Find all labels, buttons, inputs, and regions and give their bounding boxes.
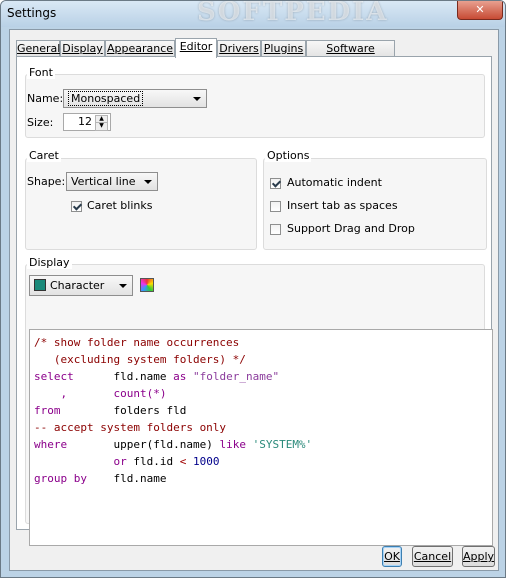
code-token: 1000: [192, 455, 220, 468]
font-size-value: 12: [78, 115, 92, 128]
chevron-down-icon: [119, 284, 127, 288]
code-token: count(*): [113, 387, 167, 400]
code-line: where upper(fld.name) like 'SYSTEM%': [34, 438, 312, 452]
color-picker-icon[interactable]: [140, 278, 154, 292]
code-line: /* show folder name occurrences: [34, 336, 239, 350]
code-token: folders fld: [60, 404, 187, 417]
font-name-label: Name:: [27, 92, 64, 105]
font-group-label: Font: [27, 66, 55, 79]
code-token: fld.name: [73, 370, 174, 383]
caret-blinks-checkbox[interactable]: [71, 201, 82, 212]
code-token: fld.name: [86, 472, 167, 485]
font-size-label: Size:: [27, 116, 54, 129]
caret-shape-label: Shape:: [27, 175, 66, 188]
code-token: from: [34, 404, 61, 417]
code-token: select: [34, 370, 74, 383]
caret-blinks-label: Caret blinks: [87, 199, 153, 212]
code-token: (excluding system folders) */: [34, 353, 246, 366]
insert-tab-as-spaces-label: Insert tab as spaces: [287, 199, 398, 212]
support-drag-drop-checkbox[interactable]: [270, 224, 281, 235]
code-line: group by fld.name: [34, 472, 166, 486]
settings-window: Settings SOFTPEDIA ✕ General Display App…: [0, 0, 506, 578]
close-button[interactable]: ✕: [457, 1, 503, 20]
display-style-value: Character: [50, 279, 105, 292]
window-title: Settings: [7, 6, 57, 20]
tab-appearance[interactable]: Appearance: [105, 40, 175, 57]
code-token: -- accept system folders only: [34, 421, 227, 434]
display-group-label: Display: [27, 256, 72, 269]
tab-editor[interactable]: Editor: [175, 38, 217, 58]
support-drag-drop-label: Support Drag and Drop: [287, 222, 415, 235]
color-swatch-icon: [34, 279, 46, 291]
code-line: , count(*): [34, 387, 166, 401]
code-line: from folders fld: [34, 404, 186, 418]
code-token: "folder_name": [192, 370, 280, 383]
code-token: like: [219, 438, 246, 451]
chevron-down-icon: [144, 180, 152, 184]
code-token: or: [113, 455, 127, 468]
insert-tab-as-spaces-checkbox[interactable]: [270, 201, 281, 212]
font-size-spinner[interactable]: 12 ▲ ▼: [63, 113, 111, 131]
code-token: 'SYSTEM%': [252, 438, 313, 451]
tab-display[interactable]: Display: [60, 40, 105, 57]
font-name-value: Monospaced: [68, 91, 144, 106]
editor-panel: Font Name: Monospaced Size: 12 ▲ ▼ Caret…: [16, 56, 493, 546]
code-line: or fld.id < 1000: [34, 455, 219, 469]
ok-button[interactable]: OK: [382, 546, 402, 567]
spin-down-icon[interactable]: ▼: [95, 122, 108, 131]
tab-general[interactable]: General: [16, 40, 60, 57]
cancel-button[interactable]: Cancel: [412, 546, 453, 567]
caret-shape-select[interactable]: Vertical line: [66, 172, 158, 191]
code-token: /* show folder name occurrences: [34, 336, 240, 349]
apply-button[interactable]: Apply: [462, 546, 495, 567]
tab-plugins[interactable]: Plugins: [261, 40, 306, 57]
caret-shape-value: Vertical line: [71, 175, 136, 188]
automatic-indent-label: Automatic indent: [287, 176, 382, 189]
title-bar: Settings SOFTPEDIA ✕: [1, 1, 505, 27]
dialog-body: General Display Appearance Editor Driver…: [9, 29, 499, 571]
tab-software-update[interactable]: Software Update: [306, 40, 395, 71]
code-token: group by: [34, 472, 87, 485]
watermark: SOFTPEDIA: [197, 0, 389, 27]
code-token: upper(fld.name): [67, 438, 220, 451]
code-line: (excluding system folders) */: [34, 353, 246, 367]
caret-group-label: Caret: [27, 149, 61, 162]
options-group-label: Options: [265, 149, 312, 162]
code-token: ,: [34, 387, 68, 400]
close-icon: ✕: [475, 3, 485, 16]
tab-drivers[interactable]: Drivers: [217, 40, 261, 57]
code-line: -- accept system folders only: [34, 421, 226, 435]
automatic-indent-checkbox[interactable]: [270, 178, 281, 189]
display-style-select[interactable]: Character: [29, 275, 133, 296]
font-name-select[interactable]: Monospaced: [63, 89, 207, 108]
code-line: select fld.name as "folder_name": [34, 370, 279, 384]
code-token: where: [34, 438, 68, 451]
code-token: as: [173, 370, 187, 383]
chevron-down-icon: [193, 97, 201, 101]
code-token: fld.id: [126, 455, 180, 468]
code-editor[interactable]: /* show folder name occurrences (excludi…: [29, 329, 493, 546]
